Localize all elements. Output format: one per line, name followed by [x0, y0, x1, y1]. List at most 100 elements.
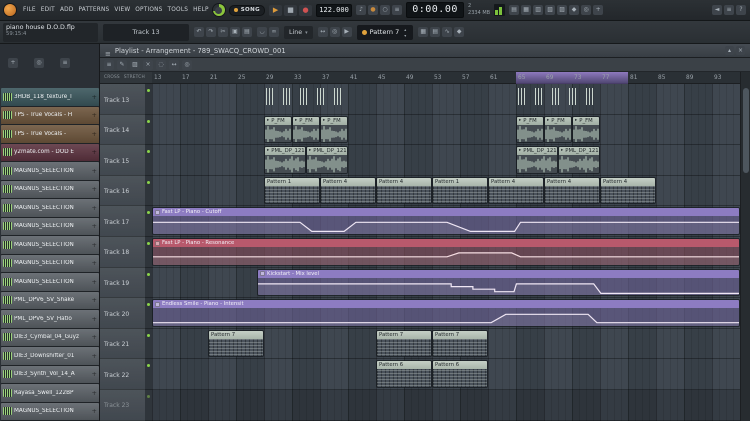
track-header[interactable]: Track 13 — [100, 84, 145, 115]
browser-view-icon[interactable]: ▨ — [557, 5, 567, 15]
master-volume-knob[interactable] — [213, 4, 225, 16]
pattern-clip[interactable]: Pattern 7 — [432, 330, 488, 358]
audio-clip[interactable]: ▸P_FM — [292, 116, 320, 144]
pattern-clip[interactable]: Pattern 4 — [600, 177, 656, 205]
paint-tool-icon[interactable]: ▨ — [130, 60, 140, 70]
wait-for-input-icon[interactable]: ● — [368, 5, 378, 15]
play-button[interactable]: ▶ — [269, 5, 282, 16]
pattern-picker-icon[interactable]: ▦ — [418, 27, 428, 37]
cut-icon[interactable]: ✂ — [218, 27, 228, 37]
time-display[interactable]: 0:00.00 — [406, 2, 464, 18]
channel-rack-view-icon[interactable]: ▥ — [533, 5, 543, 15]
speaker-icon[interactable]: ◄ — [712, 5, 722, 15]
audio-clip[interactable]: ▸PML_DP_121BPM — [264, 146, 306, 174]
vertical-scrollbar[interactable] — [740, 72, 750, 421]
playback-tool-icon[interactable]: ▶ — [342, 27, 352, 37]
pattern-clip[interactable]: Pattern 4 — [544, 177, 600, 205]
zoom-select-icon[interactable]: ◎ — [182, 60, 192, 70]
link-icon[interactable]: ∞ — [269, 27, 279, 37]
track-mute-cell[interactable] — [145, 390, 152, 421]
track-header[interactable]: Track 23 — [100, 390, 145, 421]
paste-icon[interactable]: ▤ — [242, 27, 252, 37]
pattern-clip[interactable]: Pattern 6 — [432, 360, 488, 388]
track-header[interactable]: Track 15 — [100, 145, 145, 176]
browser-item[interactable]: PML_DPV6_SV_Shake+ — [1, 292, 99, 311]
pattern-selector[interactable]: Pattern 7 ▴▾ — [357, 25, 414, 40]
timeline-ruler[interactable]: 1317212529333741454953576165697377818589… — [152, 72, 740, 84]
browser-tab-list-icon[interactable]: ≡ — [60, 58, 70, 68]
track-mute-cell[interactable] — [145, 145, 152, 176]
piano-roll-view-icon[interactable]: ▦ — [521, 5, 531, 15]
tempo-tap-icon[interactable]: + — [593, 5, 603, 15]
snap-magnet-icon[interactable]: ◡ — [257, 27, 267, 37]
zoom-tool-icon[interactable]: ◎ — [330, 27, 340, 37]
track-header[interactable]: Track 17 — [100, 206, 145, 237]
audio-clip[interactable]: ▸P_FM — [264, 116, 292, 144]
audio-clip[interactable]: ▸PML_DP_121BPM — [516, 146, 558, 174]
pattern-clip[interactable]: Pattern 4 — [376, 177, 432, 205]
slide-tool-icon[interactable]: ↔ — [318, 27, 328, 37]
menu-options[interactable]: OPTIONS — [135, 7, 162, 13]
browser-tab-target-icon[interactable]: ◎ — [34, 58, 44, 68]
track-mute-cell[interactable] — [145, 298, 152, 329]
menu-edit[interactable]: EDIT — [41, 7, 55, 13]
playlist-titlebar[interactable]: Playlist - Arrangement - 789_SWACQ_CROWD… — [100, 44, 750, 58]
loop-record-icon[interactable]: ○ — [380, 5, 390, 15]
browser-item[interactable]: DIE3_Cymbal_04_Guyz+ — [1, 329, 99, 348]
browser-tab-add-icon[interactable]: + — [8, 58, 18, 68]
menu-view[interactable]: VIEW — [114, 7, 130, 13]
browser-item[interactable]: DIE3_Downshifter_01+ — [1, 347, 99, 366]
track-header[interactable]: Track 20 — [100, 298, 145, 329]
audio-clip[interactable]: ▸P_FM — [572, 116, 600, 144]
pattern-clip[interactable]: Pattern 7 — [208, 330, 264, 358]
help-info-icon[interactable]: ? — [736, 5, 746, 15]
record-button[interactable]: ● — [299, 5, 312, 16]
plugin-picker-icon[interactable]: ◆ — [569, 5, 579, 15]
metronome-icon[interactable]: ♪ — [356, 5, 366, 15]
copy-icon[interactable]: ▣ — [230, 27, 240, 37]
track-mute-cell[interactable] — [145, 206, 152, 237]
track-header[interactable]: Track 16 — [100, 176, 145, 207]
track-mute-cell[interactable] — [145, 268, 152, 299]
detach-icon[interactable]: ▴ — [725, 46, 734, 55]
stop-button[interactable]: ■ — [284, 5, 297, 16]
browser-item[interactable]: MAGNUS_SELECTION+ — [1, 199, 99, 218]
audio-clip[interactable]: ▸P_FM — [320, 116, 348, 144]
redo-icon[interactable]: ↷ — [206, 27, 216, 37]
browser-item[interactable]: MAGNUS_SELECTION+ — [1, 181, 99, 200]
stretch-option-label[interactable]: STRETCH — [124, 75, 145, 80]
mixer-view-icon[interactable]: ▧ — [545, 5, 555, 15]
pattern-clip[interactable]: Pattern 4 — [488, 177, 544, 205]
delete-tool-icon[interactable]: × — [143, 60, 153, 70]
pattern-up-icon[interactable]: ▴ — [402, 27, 408, 32]
menu-patterns[interactable]: PATTERNS — [78, 7, 109, 13]
scrollbar-thumb[interactable] — [743, 88, 750, 173]
pattern-clip[interactable]: Pattern 6 — [376, 360, 432, 388]
track-mute-cell[interactable] — [145, 329, 152, 360]
piano-roll-icon[interactable]: ▤ — [430, 27, 440, 37]
track-header[interactable]: Track 14 — [100, 115, 145, 146]
track-header[interactable]: Track 19 — [100, 268, 145, 299]
tempo-display[interactable]: 122.000 — [316, 4, 352, 17]
automation-clip[interactable]: Fast LP - Piano - Resonance — [152, 238, 740, 266]
browser-item[interactable]: TPS - True Vocals -+ — [1, 125, 99, 144]
pattern-down-icon[interactable]: ▾ — [402, 33, 408, 38]
audio-clip[interactable]: ▸PML_DP_121BPM — [558, 146, 600, 174]
pattern-clip[interactable]: Pattern 1 — [432, 177, 488, 205]
track-mute-cell[interactable] — [145, 115, 152, 146]
randomize-icon[interactable]: ◆ — [454, 27, 464, 37]
audio-clip[interactable]: ▸P_FM — [516, 116, 544, 144]
midi-clip[interactable] — [264, 85, 348, 113]
browser-item[interactable]: MAGNUS_SELECTION+ — [1, 218, 99, 237]
track-mute-cell[interactable] — [145, 84, 152, 115]
undo-icon[interactable]: ↶ — [194, 27, 204, 37]
track-header[interactable]: Track 21 — [100, 329, 145, 360]
menu-file[interactable]: FILE — [23, 7, 36, 13]
audio-clip[interactable]: ▸PML_DP_121BPM — [306, 146, 348, 174]
track-mute-cell[interactable] — [145, 176, 152, 207]
menu-help[interactable]: HELP — [193, 7, 209, 13]
menu-tools[interactable]: TOOLS — [168, 7, 189, 13]
slip-tool-icon[interactable]: ↔ — [169, 60, 179, 70]
pattern-clip[interactable]: Pattern 1 — [264, 177, 320, 205]
track-header[interactable]: Track 22 — [100, 359, 145, 390]
